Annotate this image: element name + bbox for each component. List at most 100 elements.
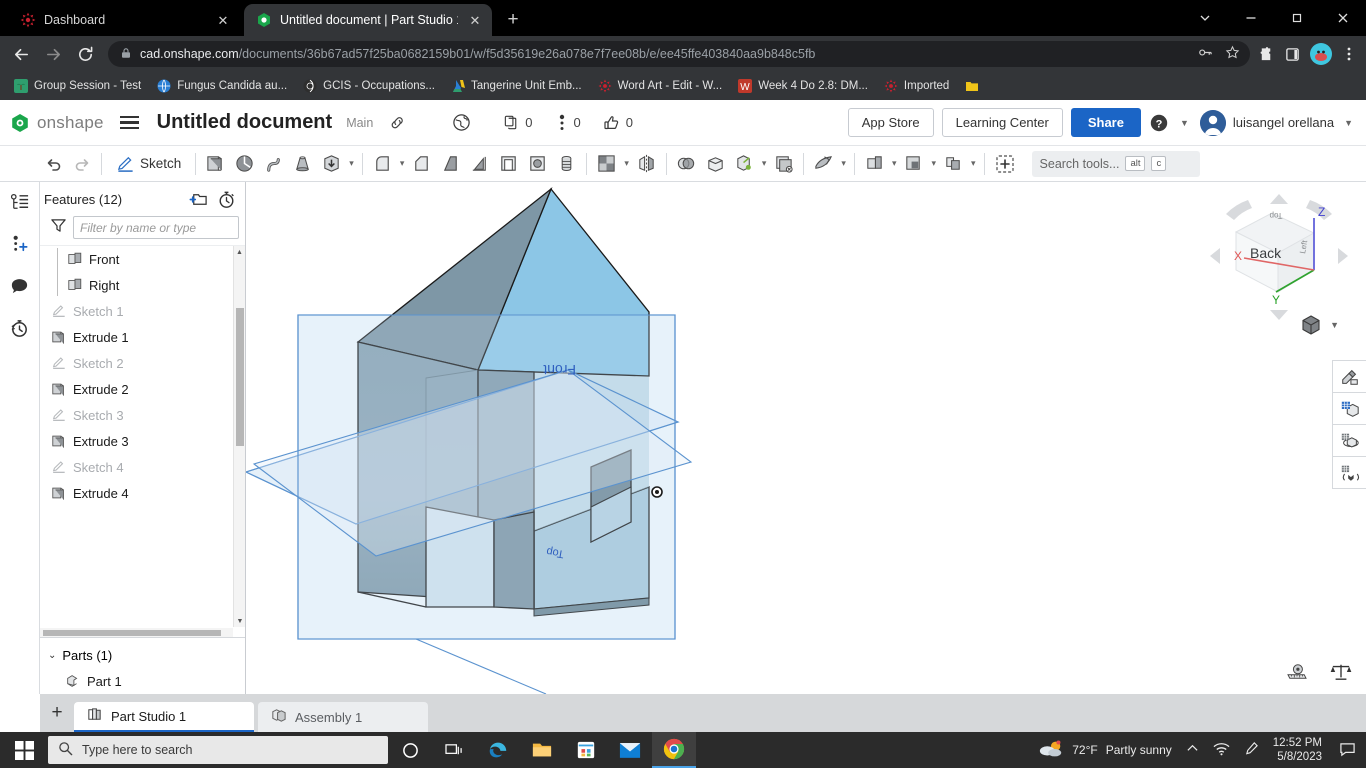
feature-row-sketch-4[interactable]: Sketch 4 — [40, 454, 233, 480]
transform-icon[interactable] — [672, 149, 701, 179]
bookmark-folder[interactable] — [959, 76, 991, 96]
copies-count[interactable]: 0 — [503, 114, 532, 131]
chevron-down-icon[interactable]: ▾ — [889, 158, 900, 169]
help-icon[interactable]: ? — [1149, 113, 1169, 133]
feature-row-sketch-3[interactable]: Sketch 3 — [40, 402, 233, 428]
model-canvas[interactable]: Front Top — [246, 182, 1366, 694]
shell-icon[interactable] — [494, 149, 523, 179]
bookmark-item[interactable]: Imported — [878, 76, 955, 96]
feature-row-extrude-3[interactable]: Extrude 3 — [40, 428, 233, 454]
wifi-icon[interactable] — [1213, 742, 1230, 759]
app-store-button[interactable]: App Store — [848, 108, 934, 137]
extensions-icon[interactable] — [1258, 46, 1275, 63]
thread-icon[interactable] — [552, 149, 581, 179]
scrollbar-thumb[interactable] — [43, 630, 221, 636]
measure-icon[interactable] — [1286, 663, 1308, 686]
pen-icon[interactable] — [1244, 741, 1259, 759]
bookmark-item[interactable]: Fungus Candida au... — [151, 76, 293, 96]
parts-header[interactable]: ⌄ Parts (1) — [40, 642, 245, 668]
close-window-icon[interactable] — [1320, 0, 1366, 36]
delete-face-icon[interactable] — [730, 149, 759, 179]
browser-tab-dashboard[interactable]: Dashboard ✕ — [8, 4, 240, 36]
chevron-down-icon[interactable]: ▾ — [397, 158, 408, 169]
weather-widget[interactable]: 72°F Partly sunny — [1038, 739, 1172, 762]
chevron-down-icon[interactable]: ▾ — [838, 158, 849, 169]
notifications-icon[interactable] — [1336, 739, 1358, 761]
address-bar[interactable]: cad.onshape.com/documents/36b67ad57f25ba… — [108, 41, 1250, 67]
scroll-down-icon[interactable]: ▼ — [234, 615, 245, 627]
chevron-down-icon[interactable]: ▾ — [759, 158, 770, 169]
view-cube[interactable]: Top Left Back Z Y X — [1204, 192, 1354, 327]
versions-count[interactable]: 0 — [555, 114, 581, 132]
browser-tab-partstudio[interactable]: Untitled document | Part Studio 1 ✕ — [244, 4, 492, 36]
scroll-up-icon[interactable]: ▲ — [234, 246, 245, 258]
globe-icon[interactable] — [452, 113, 471, 132]
new-folder-icon[interactable] — [187, 188, 209, 210]
cortana-icon[interactable] — [388, 732, 432, 768]
plane-icon[interactable] — [860, 149, 889, 179]
search-tools-input[interactable]: Search tools... alt c — [1032, 151, 1200, 177]
hole-icon[interactable] — [523, 149, 552, 179]
add-version-icon[interactable] — [6, 230, 34, 258]
revolve-icon[interactable] — [230, 149, 259, 179]
bookmark-item[interactable]: Tangerine Unit Emb... — [445, 76, 588, 96]
view-orientation-selector[interactable]: ▼ — [1300, 314, 1342, 336]
loft-icon[interactable] — [288, 149, 317, 179]
menu-icon[interactable] — [114, 116, 147, 129]
chevron-down-icon[interactable]: ▾ — [621, 158, 632, 169]
sketch-plane-icon[interactable] — [899, 149, 928, 179]
tree-vertical-scrollbar[interactable]: ▲ ▼ — [233, 246, 245, 627]
sidepanel-icon[interactable] — [1285, 47, 1300, 62]
undo-button[interactable] — [40, 149, 68, 179]
learning-center-button[interactable]: Learning Center — [942, 108, 1063, 137]
split-icon[interactable] — [701, 149, 730, 179]
feature-row-extrude-1[interactable]: Extrude 1 — [40, 324, 233, 350]
bookmark-item[interactable]: Word Art - Edit - W... — [592, 76, 729, 96]
render-rotate-icon[interactable] — [1332, 424, 1366, 457]
chrome-menu-icon[interactable] — [1342, 46, 1356, 62]
boolean-icon[interactable] — [592, 149, 621, 179]
start-button[interactable] — [0, 732, 48, 768]
chevron-down-icon[interactable]: ▼ — [1341, 118, 1356, 128]
feature-row-sketch-1[interactable]: Sketch 1 — [40, 298, 233, 324]
part-row-part-1[interactable]: Part 1 — [40, 668, 245, 694]
rollback-icon[interactable] — [215, 188, 237, 210]
history-icon[interactable] — [6, 314, 34, 342]
link-icon[interactable] — [389, 114, 406, 131]
maximize-icon[interactable] — [1274, 0, 1320, 36]
render-cube-icon[interactable] — [1332, 392, 1366, 425]
extrude-icon[interactable] — [201, 149, 230, 179]
edge-icon[interactable] — [476, 732, 520, 768]
mass-properties-icon[interactable] — [1330, 663, 1352, 686]
task-view-icon[interactable] — [432, 732, 476, 768]
feature-row-extrude-4[interactable]: Extrude 4 — [40, 480, 233, 506]
onshape-logo[interactable]: onshape — [10, 113, 104, 133]
chevron-down-icon[interactable]: ▼ — [1327, 320, 1342, 330]
close-icon[interactable]: ✕ — [466, 11, 484, 29]
tree-horizontal-scrollbar[interactable] — [40, 628, 233, 637]
close-icon[interactable]: ✕ — [214, 11, 232, 29]
bookmark-star-icon[interactable] — [1225, 45, 1240, 63]
chamfer-icon[interactable] — [407, 149, 436, 179]
move-face-icon[interactable] — [769, 149, 798, 179]
appearance-icon[interactable] — [1332, 360, 1366, 393]
feature-row-right[interactable]: Right — [40, 272, 233, 298]
forward-button[interactable] — [38, 39, 68, 69]
mirror-icon[interactable] — [632, 149, 661, 179]
feature-tree[interactable]: Front Right Sketch 1 — [40, 245, 245, 637]
chevron-up-icon[interactable] — [1186, 742, 1199, 758]
feature-tree-icon[interactable] — [6, 188, 34, 216]
bookmark-item[interactable]: GCIS - Occupations... — [297, 76, 441, 96]
sketch-button[interactable]: Sketch — [107, 154, 190, 173]
chevron-down-icon[interactable]: ⌄ — [48, 650, 56, 661]
taskbar-clock[interactable]: 12:52 PM 5/8/2023 — [1273, 736, 1322, 765]
scrollbar-thumb[interactable] — [236, 308, 244, 446]
reload-button[interactable] — [70, 39, 100, 69]
chrome-icon[interactable] — [652, 732, 696, 768]
back-button[interactable] — [6, 39, 36, 69]
share-button[interactable]: Share — [1071, 108, 1141, 137]
chevron-down-icon[interactable] — [1182, 0, 1228, 36]
likes-count[interactable]: 0 — [603, 114, 633, 132]
3d-viewport[interactable]: Front Top — [246, 182, 1366, 694]
fillet-icon[interactable] — [368, 149, 397, 179]
